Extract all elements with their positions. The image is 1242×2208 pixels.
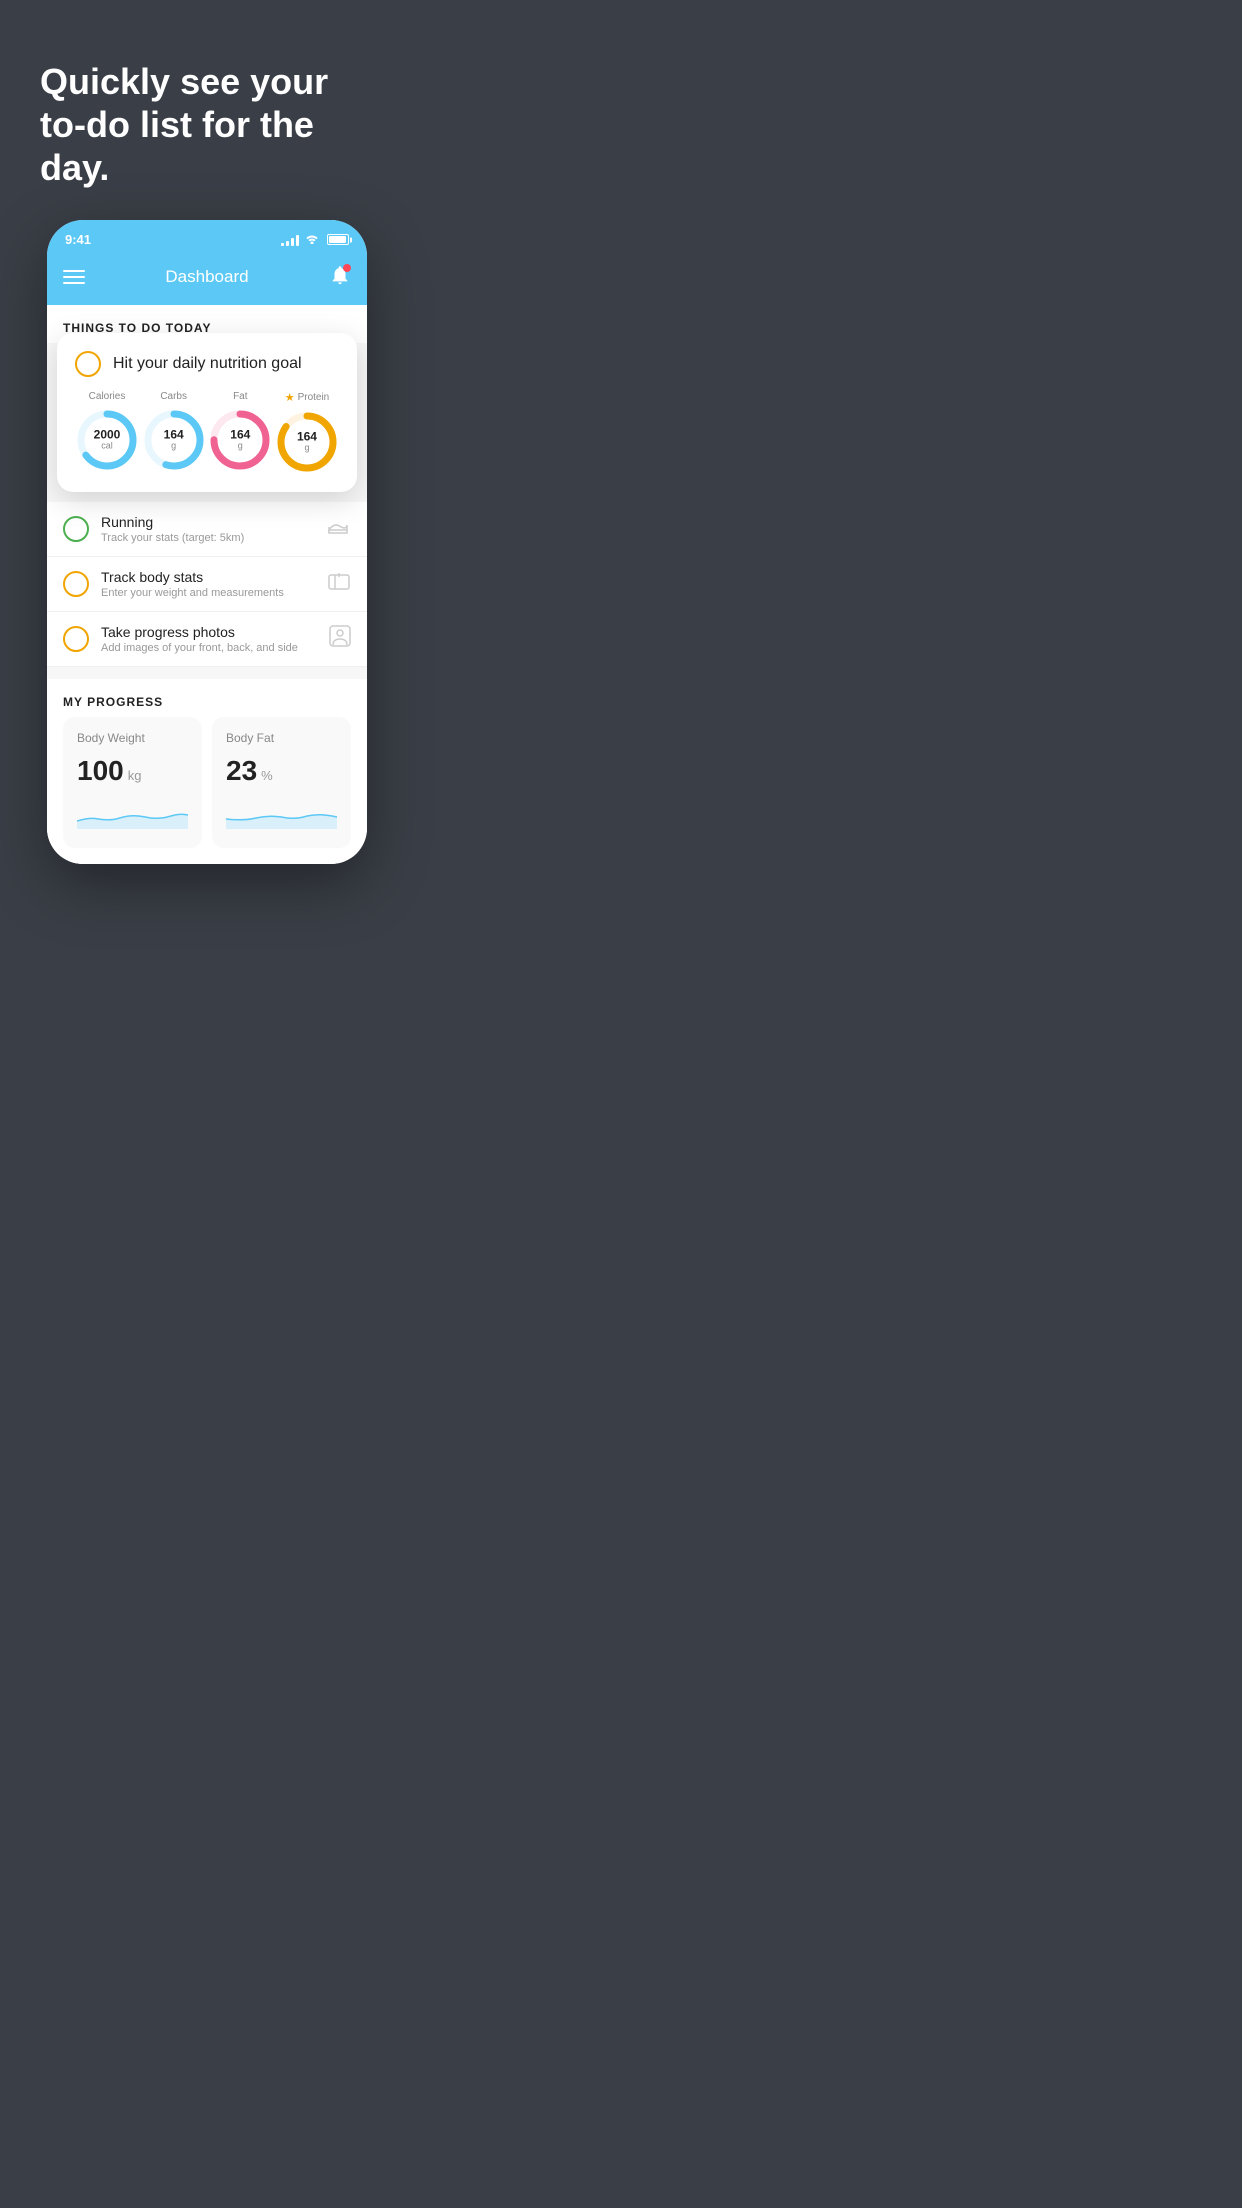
body-weight-number: 100	[77, 755, 124, 787]
nutrition-item-title: Hit your daily nutrition goal	[113, 355, 302, 373]
scale-icon	[327, 571, 351, 597]
todo-item-photos[interactable]: Take progress photos Add images of your …	[47, 612, 367, 667]
content-area: THINGS TO DO TODAY Hit your daily nutrit…	[47, 305, 367, 864]
fat-label: Fat	[233, 391, 247, 402]
body-fat-unit: %	[261, 768, 273, 783]
page-wrapper: Quickly see your to-do list for the day.…	[0, 0, 414, 904]
body-fat-value-container: 23 %	[226, 755, 337, 787]
body-fat-number: 23	[226, 755, 257, 787]
fat-unit: g	[230, 441, 250, 451]
carbs-item: Carbs 164 g	[142, 391, 206, 472]
calories-item: Calories 2000 cal	[75, 391, 139, 472]
protein-star-icon: ★	[285, 391, 295, 404]
calories-label: Calories	[89, 391, 126, 402]
progress-section: MY PROGRESS Body Weight 100 kg	[47, 679, 367, 864]
wifi-icon	[305, 233, 319, 247]
phone-frame: 9:41	[47, 220, 367, 864]
person-icon	[329, 625, 351, 653]
calories-donut: 2000 cal	[75, 408, 139, 472]
hero-section: Quickly see your to-do list for the day.	[0, 0, 414, 220]
photos-subtitle: Add images of your front, back, and side	[101, 642, 317, 654]
body-weight-label: Body Weight	[77, 731, 188, 745]
status-icons	[281, 233, 349, 247]
photos-checkbox[interactable]	[63, 626, 89, 652]
body-stats-subtitle: Enter your weight and measurements	[101, 587, 315, 599]
notification-bell[interactable]	[329, 264, 351, 291]
protein-label: ★ Protein	[285, 391, 330, 404]
nutrition-item-header: Hit your daily nutrition goal	[75, 351, 339, 377]
status-time: 9:41	[65, 232, 91, 247]
body-weight-chart	[77, 799, 188, 829]
notification-dot	[343, 264, 351, 272]
carbs-donut: 164 g	[142, 408, 206, 472]
progress-title: MY PROGRESS	[63, 695, 351, 709]
body-stats-checkbox[interactable]	[63, 571, 89, 597]
body-weight-card[interactable]: Body Weight 100 kg	[63, 717, 202, 848]
body-fat-card[interactable]: Body Fat 23 %	[212, 717, 351, 848]
todo-list: Running Track your stats (target: 5km)	[47, 502, 367, 667]
shoe-icon	[327, 517, 351, 541]
body-stats-title: Track body stats	[101, 569, 315, 585]
photos-title: Take progress photos	[101, 624, 317, 640]
fat-item: Fat 164 g	[208, 391, 272, 472]
hamburger-menu[interactable]	[63, 270, 85, 284]
progress-cards: Body Weight 100 kg Body Fat	[47, 717, 367, 864]
nutrition-grid: Calories 2000 cal	[75, 391, 339, 474]
running-title: Running	[101, 514, 315, 530]
todo-item-running[interactable]: Running Track your stats (target: 5km)	[47, 502, 367, 557]
battery-icon	[327, 234, 349, 245]
body-fat-label: Body Fat	[226, 731, 337, 745]
hero-title: Quickly see your to-do list for the day.	[40, 60, 374, 190]
calories-unit: cal	[94, 441, 121, 451]
running-subtitle: Track your stats (target: 5km)	[101, 532, 315, 544]
fat-donut: 164 g	[208, 408, 272, 472]
todo-item-body-stats[interactable]: Track body stats Enter your weight and m…	[47, 557, 367, 612]
nutrition-card: Hit your daily nutrition goal Calories	[57, 333, 357, 492]
status-bar: 9:41	[47, 220, 367, 256]
protein-donut: 164 g	[275, 410, 339, 474]
nav-bar: Dashboard	[47, 256, 367, 305]
running-checkbox[interactable]	[63, 516, 89, 542]
signal-icon	[281, 234, 299, 246]
body-fat-chart	[226, 799, 337, 829]
carbs-unit: g	[164, 441, 184, 451]
progress-header: MY PROGRESS	[47, 679, 367, 717]
protein-item: ★ Protein 164 g	[275, 391, 339, 474]
body-weight-value-container: 100 kg	[77, 755, 188, 787]
nutrition-checkbox[interactable]	[75, 351, 101, 377]
body-weight-unit: kg	[128, 768, 142, 783]
protein-unit: g	[297, 443, 317, 453]
nav-title: Dashboard	[165, 267, 248, 287]
carbs-label: Carbs	[160, 391, 187, 402]
